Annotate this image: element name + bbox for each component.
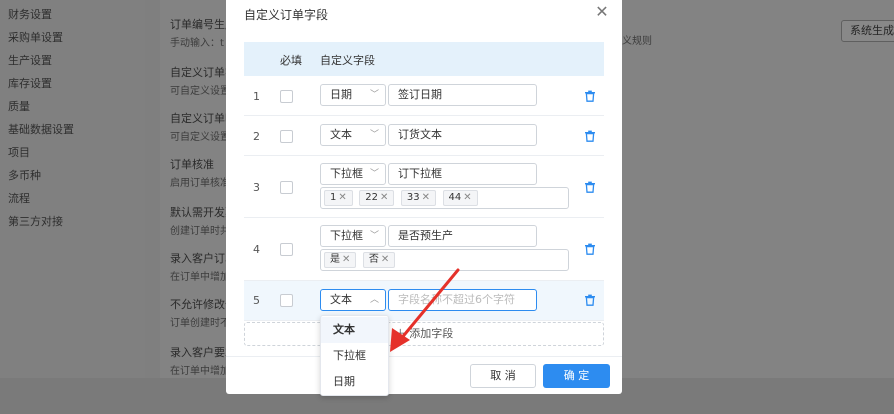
sidebar-item-inventory[interactable]: 库存设置 <box>8 75 52 91</box>
sidebar-item-third-party[interactable]: 第三方对接 <box>8 213 63 229</box>
field-type-select[interactable]: 文本 ︿ <box>320 289 386 311</box>
dialog-title: 自定义订单字段 <box>244 8 329 22</box>
close-icon[interactable]: ✕ <box>594 4 610 20</box>
sidebar-item-quality[interactable]: 质量 <box>8 98 30 114</box>
chevron-down-icon: ﹀ <box>369 130 379 140</box>
required-checkbox[interactable] <box>280 294 293 307</box>
chevron-down-icon: ﹀ <box>369 169 379 179</box>
tag-label: 44 <box>448 192 462 203</box>
row-index: 5 <box>253 294 260 307</box>
field-type-value: 文本 <box>330 128 352 141</box>
required-checkbox[interactable] <box>280 243 293 256</box>
required-checkbox[interactable] <box>280 181 293 194</box>
dialog-footer-divider <box>226 356 622 357</box>
field-type-select[interactable]: 下拉框 ﹀ <box>320 163 386 185</box>
tag-close-icon[interactable]: ✕ <box>381 254 389 265</box>
sidebar-item-currency[interactable]: 多币种 <box>8 167 41 183</box>
trash-icon[interactable] <box>584 130 596 142</box>
field-name-input[interactable]: 签订日期 <box>388 84 537 106</box>
tag-label: 22 <box>365 192 378 203</box>
field-type-select[interactable]: 下拉框 ﹀ <box>320 225 386 247</box>
row-index: 1 <box>253 90 260 103</box>
required-checkbox[interactable] <box>280 90 293 103</box>
sidebar-item-purchase[interactable]: 采购单设置 <box>8 29 63 45</box>
chevron-down-icon: ﹀ <box>369 231 379 241</box>
field-name-input[interactable]: 是否预生产 <box>388 225 537 247</box>
sidebar-item-project[interactable]: 项目 <box>8 144 30 160</box>
option-tag: 1 ✕ <box>324 190 353 206</box>
trash-icon[interactable] <box>584 243 596 255</box>
row-index: 2 <box>253 130 260 143</box>
plus-icon: ＋ <box>394 327 410 340</box>
field-type-dropdown: 文本 下拉框 日期 <box>320 315 389 396</box>
tag-label: 1 <box>330 192 337 203</box>
tag-close-icon[interactable]: ✕ <box>342 254 350 265</box>
field-type-value: 日期 <box>330 88 352 101</box>
column-custom-field: 自定义字段 <box>320 54 375 67</box>
trash-icon[interactable] <box>584 294 596 306</box>
tag-label: 33 <box>406 192 420 203</box>
field-type-select[interactable]: 日期 ﹀ <box>320 84 386 106</box>
custom-fields-dialog: 自定义订单字段 ✕ 必填 自定义字段 1 日期 ﹀ 签订日期 2 文本 ﹀ 订货… <box>226 0 622 394</box>
table-row: 3 下拉框 ﹀ 订下拉框 1 ✕ 22 ✕ 33 ✕ 44 ✕ <box>244 156 604 218</box>
tag-close-icon[interactable]: ✕ <box>380 192 388 203</box>
custom-fields-table: 必填 自定义字段 1 日期 ﹀ 签订日期 2 文本 ﹀ 订货文本 3 下拉框 ﹀… <box>244 42 604 321</box>
field-name-input[interactable]: 字段名称不超过6个字符 <box>388 289 537 311</box>
table-row: 1 日期 ﹀ 签订日期 <box>244 76 604 116</box>
setting-desc: 启用订单核准 <box>170 178 230 189</box>
option-tag: 33 ✕ <box>400 190 437 206</box>
chevron-up-icon: ︿ <box>369 295 379 305</box>
tag-close-icon[interactable]: ✕ <box>463 192 471 203</box>
dropdown-option-select[interactable]: 下拉框 <box>321 343 388 369</box>
row-index: 4 <box>253 243 260 256</box>
field-type-value: 下拉框 <box>330 167 363 180</box>
option-tag: 22 ✕ <box>359 190 395 206</box>
option-tags-input[interactable]: 1 ✕ 22 ✕ 33 ✕ 44 ✕ <box>320 187 569 209</box>
field-name-input[interactable]: 订下拉框 <box>388 163 537 185</box>
required-checkbox[interactable] <box>280 130 293 143</box>
trash-icon[interactable] <box>584 181 596 193</box>
tag-label: 否 <box>368 254 379 265</box>
tag-label: 是 <box>330 254 340 265</box>
row-index: 3 <box>253 181 260 194</box>
trash-icon[interactable] <box>584 90 596 102</box>
option-tag: 44 ✕ <box>442 190 478 206</box>
add-field-button[interactable]: ＋ 添加字段 <box>244 322 604 346</box>
table-row: 4 下拉框 ﹀ 是否预生产 是 ✕ 否 ✕ <box>244 218 604 281</box>
dropdown-option-text[interactable]: 文本 <box>321 317 388 343</box>
field-type-select[interactable]: 文本 ﹀ <box>320 124 386 146</box>
chevron-down-icon: ﹀ <box>369 90 379 100</box>
dropdown-option-date[interactable]: 日期 <box>321 369 388 395</box>
table-header: 必填 自定义字段 <box>244 42 604 76</box>
system-generate-button[interactable]: 系统生成 <box>841 20 894 42</box>
confirm-button[interactable]: 确 定 <box>543 364 610 388</box>
setting-row: 订单核准 启用订单核准 <box>170 156 230 189</box>
field-name-input[interactable]: 订货文本 <box>388 124 537 146</box>
option-tag: 是 ✕ <box>324 252 357 268</box>
tag-close-icon[interactable]: ✕ <box>338 192 346 203</box>
table-row: 2 文本 ﹀ 订货文本 <box>244 116 604 156</box>
sidebar-item-workflow[interactable]: 流程 <box>8 190 30 206</box>
setting-title: 订单核准 <box>170 158 214 171</box>
cancel-button[interactable]: 取 消 <box>470 364 536 388</box>
tag-close-icon[interactable]: ✕ <box>422 192 430 203</box>
column-required: 必填 <box>280 54 302 67</box>
option-tag: 否 ✕ <box>362 252 396 268</box>
field-type-value: 下拉框 <box>330 229 363 242</box>
setting-desc-right: 义规则 <box>622 36 652 47</box>
field-type-value: 文本 <box>330 293 352 306</box>
sidebar-item-finance[interactable]: 财务设置 <box>8 6 52 22</box>
sidebar: 财务设置 采购单设置 生产设置 库存设置 质量 基础数据设置 项目 多币种 流程… <box>0 0 145 378</box>
option-tags-input[interactable]: 是 ✕ 否 ✕ <box>320 249 569 271</box>
add-field-label: 添加字段 <box>409 327 454 340</box>
sidebar-item-basic-data[interactable]: 基础数据设置 <box>8 121 74 137</box>
table-row-active: 5 文本 ︿ 字段名称不超过6个字符 <box>244 281 604 321</box>
sidebar-item-production[interactable]: 生产设置 <box>8 52 52 68</box>
